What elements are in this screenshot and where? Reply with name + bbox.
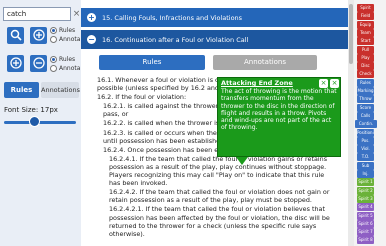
nav-tab-play[interactable]: Play xyxy=(357,53,374,62)
section-nav: Spirit Field Equip Team Start Pull Play Disc Che… xyxy=(354,0,386,246)
popup-close-icon[interactable]: × xyxy=(319,79,328,88)
radio-dot[interactable] xyxy=(50,27,57,34)
radio-label: Annota xyxy=(59,36,81,43)
rule-paragraph: 16.2.4.1. If the team that called the fo… xyxy=(109,154,328,188)
left-panel: × Rules Annota Rules Annota Rules Annota… xyxy=(0,0,81,246)
nav-tab-spirit-7[interactable]: Spirit 7 xyxy=(357,228,374,237)
font-size-slider-thumb[interactable] xyxy=(29,116,41,127)
tab-annotations[interactable]: Annotations xyxy=(41,82,80,98)
popup-text: The act of throwing is the motion that t… xyxy=(221,88,337,132)
search-icon xyxy=(10,29,22,41)
nav-tab-team[interactable]: Team xyxy=(357,28,374,37)
section-title: 16. Continuation after a Foul or Violati… xyxy=(102,35,249,44)
expand-icon[interactable]: + xyxy=(87,13,96,22)
nav-tab-spirit-1[interactable]: Spirit 1 xyxy=(357,178,374,187)
popup-pointer xyxy=(236,157,248,165)
section-title: 15. Calling Fouls, Infractions and Viola… xyxy=(102,13,243,22)
nav-tab-rules[interactable]: Rules xyxy=(357,78,374,87)
search-button[interactable] xyxy=(7,27,24,44)
nav-tab-disc[interactable]: Disc xyxy=(357,62,374,71)
main-content: + 15. Calling Fouls, Infractions and Vio… xyxy=(81,0,348,246)
add-icon-button[interactable] xyxy=(30,27,47,44)
subtab-rules[interactable]: Rules xyxy=(99,55,205,70)
nav-tab-spirit-8[interactable]: Spirit 8 xyxy=(357,236,374,245)
collapse-icon[interactable]: − xyxy=(87,35,96,44)
nav-tab-marking[interactable]: Marking xyxy=(357,87,374,95)
nav-tab-check[interactable]: Check xyxy=(357,70,374,79)
rule-paragraph: 16.2.4.2.1. If the team that called the … xyxy=(109,205,330,238)
nav-tab-spirit-3[interactable]: Spirit 3 xyxy=(357,194,374,203)
radio-label: Rules xyxy=(59,56,76,63)
nav-tab-field[interactable]: Field xyxy=(357,12,374,21)
radio-rules-2[interactable]: Rules xyxy=(50,56,75,63)
radio-dot[interactable] xyxy=(50,36,57,43)
radio-dot[interactable] xyxy=(50,65,57,72)
plus-circle-icon xyxy=(32,29,45,41)
section-15-header[interactable]: + 15. Calling Fouls, Infractions and Vio… xyxy=(81,8,348,27)
section-16-header[interactable]: − 16. Continuation after a Foul or Viola… xyxy=(81,30,348,49)
nav-tab-spirit[interactable]: Spirit xyxy=(357,4,374,12)
subtab-annotations[interactable]: Annotations xyxy=(213,55,317,70)
plus-circle-icon xyxy=(9,57,22,69)
nav-tab-spirit-2[interactable]: Spirit 2 xyxy=(357,186,374,195)
collapse-all-button[interactable] xyxy=(30,55,47,72)
nav-tab-contin-[interactable]: Contin. xyxy=(355,120,377,129)
nav-tab-pos-[interactable]: Pos. xyxy=(357,136,374,145)
nav-tab-calls[interactable]: Calls xyxy=(357,111,374,120)
nav-tab-viol-[interactable]: Viol. xyxy=(357,145,374,154)
expand-all-button[interactable] xyxy=(7,55,24,72)
font-size-label: Font Size: 17px xyxy=(4,106,58,114)
radio-dot[interactable] xyxy=(50,56,57,63)
radio-rules-1[interactable]: Rules xyxy=(50,27,75,34)
radio-label: Rules xyxy=(59,27,76,34)
nav-tab-spirit-6[interactable]: Spirit 6 xyxy=(357,219,374,228)
nav-tab-start[interactable]: Start xyxy=(357,37,374,46)
search-input[interactable] xyxy=(3,7,71,21)
nav-tab-positioning[interactable]: Positioning xyxy=(357,128,374,137)
nav-tab-sub[interactable]: Sub xyxy=(357,161,374,170)
clear-search-icon[interactable]: × xyxy=(72,8,81,20)
radio-annotations-1[interactable]: Annota xyxy=(50,36,80,43)
nav-tab-spirit-4[interactable]: Spirit 4 xyxy=(357,203,374,212)
nav-tab-inj-[interactable]: Inj. xyxy=(357,170,374,178)
tab-rules[interactable]: Rules xyxy=(4,82,39,98)
minus-circle-icon xyxy=(32,57,45,69)
rule-paragraph: 16.2.4.2. If the team that called the fo… xyxy=(109,188,330,205)
nav-tab-t-o-[interactable]: T.O. xyxy=(357,153,374,162)
scrollbar-thumb[interactable] xyxy=(349,4,353,64)
definition-popup: Attacking End Zone The act of throwing i… xyxy=(217,77,341,157)
popup-close-all-icon[interactable]: × xyxy=(330,79,339,88)
nav-tab-pull[interactable]: Pull xyxy=(357,45,374,54)
radio-annotations-2[interactable]: Annota xyxy=(50,65,80,72)
radio-label: Annota xyxy=(59,65,81,72)
nav-tab-spirit-5[interactable]: Spirit 5 xyxy=(357,211,374,220)
nav-tab-throw[interactable]: Throw xyxy=(357,95,374,104)
nav-tab-equip[interactable]: Equip xyxy=(357,20,374,29)
nav-tab-score[interactable]: Score xyxy=(357,103,374,112)
